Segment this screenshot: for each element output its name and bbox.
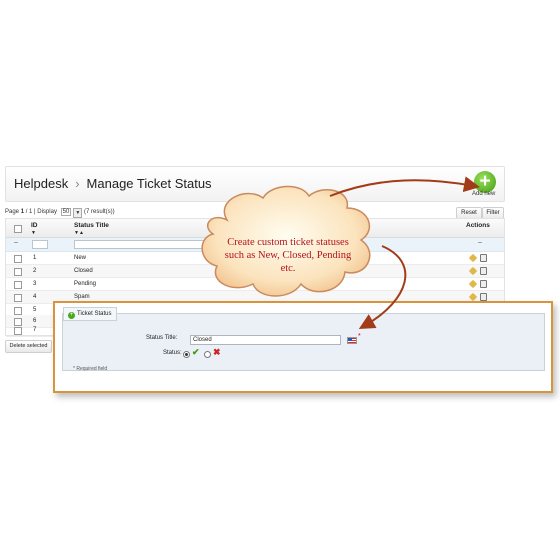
display-count-select[interactable]: 50 — [60, 208, 72, 216]
result-count: (7 result(s)) — [83, 209, 115, 215]
status-disabled-radio[interactable] — [204, 351, 211, 358]
delete-icon[interactable] — [480, 280, 487, 288]
select-all-checkbox[interactable] — [14, 225, 22, 233]
actions-dash: -- — [478, 240, 482, 246]
row-checkbox[interactable] — [14, 294, 22, 302]
breadcrumb-helpdesk[interactable]: Helpdesk — [14, 176, 68, 191]
breadcrumb: Helpdesk › Manage Ticket Status — [14, 176, 212, 191]
sort-title-icon[interactable]: ▼▲ — [74, 230, 84, 236]
plus-icon: + — [68, 312, 75, 319]
row-checkbox[interactable] — [14, 268, 22, 276]
row-checkbox[interactable] — [14, 307, 22, 315]
row-id: 5 — [33, 307, 37, 313]
required-star: * — [358, 333, 361, 340]
filter-title-input[interactable] — [74, 240, 206, 249]
filter-id-input[interactable] — [32, 240, 48, 249]
pager-page-text: Page — [5, 209, 20, 215]
col-id[interactable]: ID — [31, 222, 38, 229]
row-id: 4 — [33, 294, 37, 300]
edit-icon[interactable] — [468, 292, 478, 302]
delete-selected-button[interactable]: Delete selected — [5, 340, 52, 353]
col-actions: Actions — [466, 222, 490, 229]
display-count-dropdown-icon[interactable]: ▼ — [73, 208, 83, 218]
status-label: Status: — [163, 350, 182, 356]
row-id: 3 — [33, 281, 37, 287]
row-checkbox[interactable] — [14, 255, 22, 263]
row-id: 2 — [33, 268, 37, 274]
filter-dash: -- — [14, 240, 18, 246]
add-new-icon[interactable]: + — [474, 171, 496, 193]
delete-icon[interactable] — [480, 254, 487, 262]
row-title[interactable]: New — [74, 255, 86, 261]
pager-current-page: 1 — [20, 209, 25, 215]
row-id: 7 — [33, 327, 37, 333]
status-form-overlay: Status Title: Closed * Status: ✔ ✖ * Req… — [53, 301, 553, 393]
edit-icon[interactable] — [468, 279, 478, 289]
pager-display-text: / 1 | Display — [25, 209, 57, 215]
row-title[interactable]: Closed — [74, 268, 93, 274]
col-status-title[interactable]: Status Title — [74, 222, 109, 229]
row-id: 1 — [33, 255, 37, 261]
row-title[interactable]: Spam — [74, 294, 90, 300]
add-new-label[interactable]: Add new — [472, 191, 495, 197]
edit-icon[interactable] — [468, 266, 478, 276]
row-title[interactable]: Pending — [74, 281, 96, 287]
fieldset-legend: + Ticket Status — [63, 307, 118, 321]
required-field-note: * Required field — [73, 366, 108, 372]
status-title-label: Status Title: — [146, 335, 178, 341]
legend-text: Ticket Status — [77, 311, 112, 317]
sort-id-icon[interactable]: ▼ — [31, 230, 36, 236]
status-title-input[interactable]: Closed — [190, 335, 341, 345]
delete-icon[interactable] — [480, 267, 487, 275]
page-title: Manage Ticket Status — [86, 176, 212, 191]
delete-icon[interactable] — [480, 293, 487, 301]
row-checkbox[interactable] — [14, 327, 22, 335]
language-flag-icon[interactable] — [347, 337, 357, 344]
row-checkbox[interactable] — [14, 281, 22, 289]
edit-icon[interactable] — [468, 253, 478, 263]
breadcrumb-separator: › — [75, 176, 80, 191]
callout-text: Create custom ticket statuses such as Ne… — [224, 237, 352, 274]
status-enabled-radio[interactable] — [183, 351, 190, 358]
disabled-x-icon: ✖ — [213, 347, 221, 357]
ticket-status-fieldset: Status Title: Closed * Status: ✔ ✖ * Req… — [62, 313, 545, 372]
enabled-check-icon: ✔ — [192, 347, 200, 357]
pager: Page 1 / 1 | Display 50 ▼ (7 result(s)) — [5, 208, 115, 218]
